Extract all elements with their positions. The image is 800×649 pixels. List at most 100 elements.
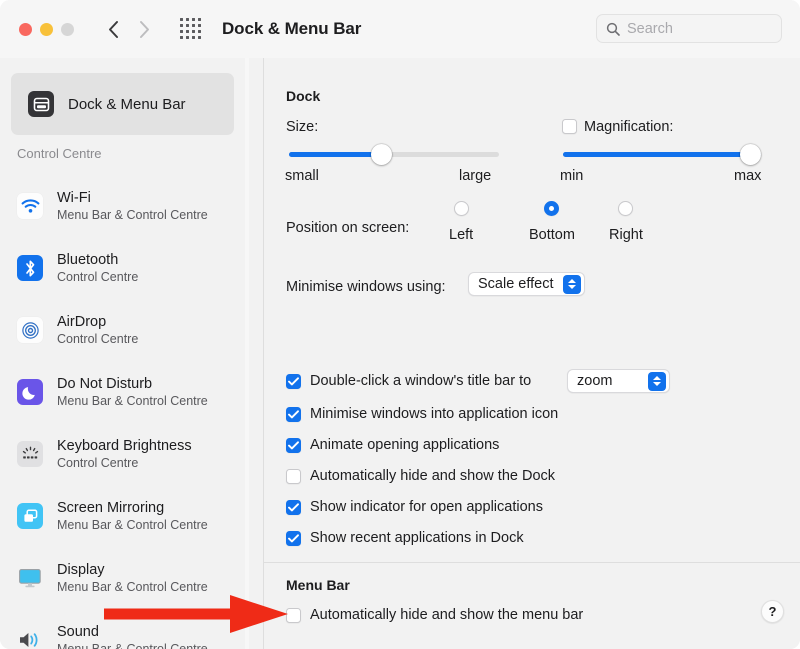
- forward-chevron-icon[interactable]: [132, 15, 158, 43]
- slider-fill: [289, 152, 381, 157]
- traffic-lights: [19, 23, 74, 36]
- sidebar-group-label: Control Centre: [17, 146, 102, 161]
- display-icon: [17, 565, 43, 591]
- checkbox-row-minimise-into-icon[interactable]: Minimise windows into application icon: [286, 406, 558, 422]
- keyboard-brightness-icon: [17, 441, 43, 467]
- sidebar-item-bluetooth[interactable]: Bluetooth Control Centre: [11, 245, 234, 291]
- checkbox[interactable]: [286, 469, 301, 484]
- sidebar-item-sublabel: Menu Bar & Control Centre: [57, 580, 208, 594]
- search-input[interactable]: Search: [596, 14, 782, 43]
- position-option-right[interactable]: Right: [609, 201, 643, 243]
- moon-icon: [17, 379, 43, 405]
- dock-section-title: Dock: [286, 88, 320, 104]
- magnification-label: Magnification:: [584, 119, 673, 135]
- dock-size-slider[interactable]: [289, 152, 499, 157]
- radio-label: Left: [449, 227, 473, 243]
- chevron-updown-icon[interactable]: [648, 372, 666, 391]
- sidebar-item-keyboard-brightness[interactable]: Keyboard Brightness Control Centre: [11, 431, 234, 477]
- select-value: zoom: [577, 373, 612, 389]
- menu-bar-auto-hide-checkbox[interactable]: [286, 608, 301, 623]
- sidebar-item-do-not-disturb[interactable]: Do Not Disturb Menu Bar & Control Centre: [11, 369, 234, 415]
- radio-button[interactable]: [544, 201, 559, 216]
- checkbox-row-show-recent-apps[interactable]: Show recent applications in Dock: [286, 530, 524, 546]
- section-separator: [264, 562, 800, 563]
- sidebar-item-sublabel: Control Centre: [57, 456, 192, 470]
- magnification-max-label: max: [734, 168, 761, 184]
- checkbox[interactable]: [286, 407, 301, 422]
- slider-fill: [563, 152, 761, 157]
- checkbox-label: Automatically hide and show the Dock: [310, 468, 555, 484]
- bluetooth-icon: [17, 255, 43, 281]
- search-icon: [606, 22, 620, 36]
- position-on-screen-label: Position on screen:: [286, 220, 409, 236]
- screen-mirroring-icon: [17, 503, 43, 529]
- dock-size-min-label: small: [285, 168, 319, 184]
- checkbox[interactable]: [286, 438, 301, 453]
- sidebar-item-sublabel: Menu Bar & Control Centre: [57, 208, 208, 222]
- checkbox-row-auto-hide-menu-bar[interactable]: Automatically hide and show the menu bar: [286, 607, 583, 623]
- double-click-title-bar-row[interactable]: Double-click a window's title bar to: [286, 373, 531, 389]
- sound-icon: [17, 627, 43, 649]
- close-button[interactable]: [19, 23, 32, 36]
- sidebar-item-label: Do Not Disturb: [57, 376, 208, 392]
- dock-size-label: Size:: [286, 119, 318, 135]
- sidebar-item-label: Dock & Menu Bar: [68, 96, 186, 113]
- slider-knob[interactable]: [740, 144, 761, 165]
- sidebar-item-label: Screen Mirroring: [57, 500, 208, 516]
- dock-size-max-label: large: [459, 168, 491, 184]
- sidebar-item-sublabel: Control Centre: [57, 270, 138, 284]
- wifi-icon: [17, 193, 43, 219]
- magnification-checkbox[interactable]: [562, 119, 577, 134]
- help-button[interactable]: ?: [761, 600, 784, 623]
- checkbox-row-auto-hide-dock[interactable]: Automatically hide and show the Dock: [286, 468, 555, 484]
- menu-bar-section-title: Menu Bar: [286, 577, 350, 593]
- radio-button[interactable]: [618, 201, 633, 216]
- system-preferences-window: Dock & Menu Bar Search Dock & Me: [0, 0, 800, 649]
- sidebar-item-sublabel: Control Centre: [57, 332, 138, 346]
- checkbox-label: Minimise windows into application icon: [310, 406, 558, 422]
- slider-knob[interactable]: [371, 144, 392, 165]
- sidebar-item-label: Wi-Fi: [57, 190, 208, 206]
- zoom-button[interactable]: [61, 23, 74, 36]
- checkbox-label: Animate opening applications: [310, 437, 499, 453]
- red-arrow-annotation: [104, 594, 288, 634]
- sidebar-item-sublabel: Menu Bar & Control Centre: [57, 394, 208, 408]
- airdrop-icon: [17, 317, 43, 343]
- sidebar: Dock & Menu Bar Control Centre Wi-Fi Men…: [0, 58, 249, 649]
- checkbox-label: Show recent applications in Dock: [310, 530, 524, 546]
- position-option-left[interactable]: Left: [449, 201, 473, 243]
- checkbox-label: Double-click a window's title bar to: [310, 373, 531, 389]
- main-pane: Dock Size: small large Magnification: mi…: [264, 58, 800, 649]
- minimise-using-select[interactable]: Scale effect: [468, 272, 585, 296]
- checkbox-label: Show indicator for open applications: [310, 499, 543, 515]
- search-placeholder: Search: [627, 21, 673, 37]
- radio-button[interactable]: [454, 201, 469, 216]
- sidebar-item-label: Keyboard Brightness: [57, 438, 192, 454]
- show-all-preferences-grid-icon[interactable]: [180, 18, 202, 40]
- magnification-slider[interactable]: [563, 152, 761, 157]
- sidebar-item-screen-mirroring[interactable]: Screen Mirroring Menu Bar & Control Cent…: [11, 493, 234, 539]
- sidebar-item-wifi[interactable]: Wi-Fi Menu Bar & Control Centre: [11, 183, 234, 229]
- checkbox[interactable]: [286, 500, 301, 515]
- sidebar-item-label: AirDrop: [57, 314, 138, 330]
- sidebar-item-dock-menu-bar[interactable]: Dock & Menu Bar: [11, 73, 234, 135]
- sidebar-item-airdrop[interactable]: AirDrop Control Centre: [11, 307, 234, 353]
- page-title: Dock & Menu Bar: [222, 19, 361, 39]
- checkbox-row-show-indicator[interactable]: Show indicator for open applications: [286, 499, 543, 515]
- dock-menu-bar-icon: [28, 91, 54, 117]
- sidebar-item-label: Bluetooth: [57, 252, 138, 268]
- checkbox-label: Automatically hide and show the menu bar: [310, 607, 583, 623]
- magnification-min-label: min: [560, 168, 583, 184]
- minimize-button[interactable]: [40, 23, 53, 36]
- chevron-updown-icon[interactable]: [563, 275, 581, 294]
- sidebar-item-sublabel: Menu Bar & Control Centre: [57, 518, 208, 532]
- position-option-bottom[interactable]: Bottom: [529, 201, 575, 243]
- back-chevron-icon[interactable]: [100, 15, 126, 43]
- checkbox[interactable]: [286, 531, 301, 546]
- sidebar-item-label: Display: [57, 562, 208, 578]
- window-titlebar: Dock & Menu Bar Search: [0, 0, 800, 58]
- checkbox-row-animate-opening[interactable]: Animate opening applications: [286, 437, 499, 453]
- double-click-action-select[interactable]: zoom: [567, 369, 670, 393]
- double-click-checkbox[interactable]: [286, 374, 301, 389]
- select-value: Scale effect: [478, 276, 554, 292]
